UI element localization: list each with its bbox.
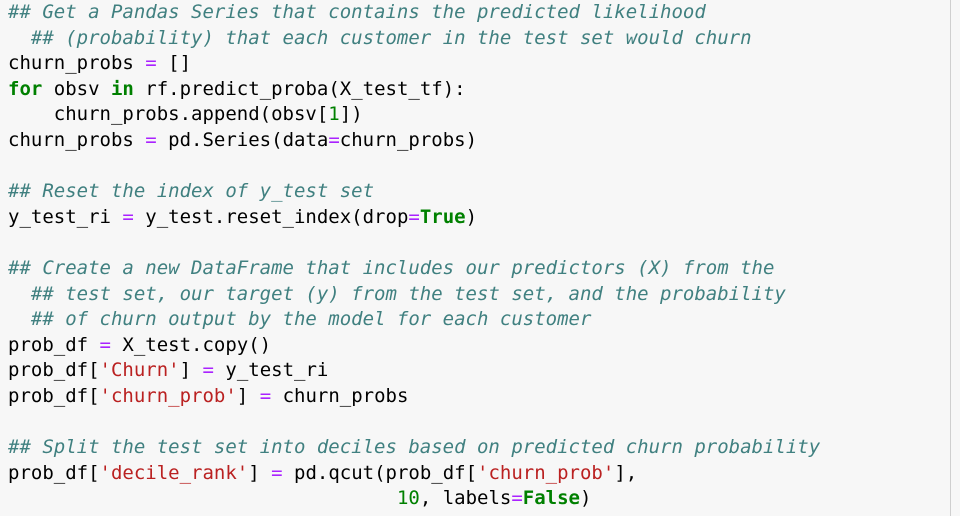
code-token: ]	[179, 359, 203, 382]
code-line: churn_probs = pd.Series(data=churn_probs…	[8, 128, 820, 154]
code-token: churn_probs.append(obsv[	[8, 103, 329, 126]
code-token: ## Split the test set into deciles based…	[8, 436, 821, 459]
code-token: =	[511, 487, 523, 510]
code-token: for	[8, 77, 43, 100]
code-token: ]	[248, 461, 272, 484]
code-token: obsv	[42, 77, 111, 100]
code-line: 10, labels=False)	[8, 486, 820, 512]
code-token: prob_df[	[8, 359, 100, 382]
code-line: ## Reset the index of y_test set	[8, 179, 820, 205]
code-line: ## Get a Pandas Series that contains the…	[8, 0, 820, 26]
code-token: churn_probs	[8, 128, 146, 151]
code-token: =	[145, 52, 157, 75]
code-token: 'decile_rank'	[99, 461, 249, 484]
code-line: prob_df['decile_rank'] = pd.qcut(prob_df…	[8, 461, 820, 487]
code-token: =	[408, 205, 420, 228]
code-line: prob_df['churn_prob'] = churn_probs	[8, 384, 820, 410]
code-token: =	[271, 461, 283, 484]
code-token: =	[328, 128, 340, 151]
code-token: ],	[614, 461, 638, 484]
code-token: 'churn_prob'	[99, 384, 237, 407]
code-token: ## Create a new DataFrame that includes …	[8, 256, 775, 279]
code-token: ## Reset the index of y_test set	[8, 180, 375, 203]
code-token: , labels	[419, 487, 512, 510]
code-token: y_test_ri	[213, 359, 329, 382]
code-line: prob_df['Churn'] = y_test_ri	[8, 358, 820, 384]
code-token: )	[580, 487, 592, 510]
code-token: =	[259, 384, 272, 407]
code-token: 1	[328, 103, 340, 126]
code-token: churn_probs)	[339, 128, 478, 151]
code-token: churn_probs	[8, 52, 146, 75]
code-token: 10	[396, 487, 420, 510]
code-token: ## (probability) that each customer in t…	[8, 26, 752, 49]
code-token: prob_df	[8, 333, 100, 356]
code-line: churn_probs.append(obsv[1])	[8, 102, 820, 128]
code-token: pd.qcut(prob_df[	[282, 461, 478, 484]
code-token: =	[202, 359, 214, 382]
code-line: y_test_ri = y_test.reset_index(drop=True…	[8, 205, 820, 231]
code-line: ## (probability) that each customer in t…	[8, 26, 820, 52]
code-line: ## Split the test set into deciles based…	[8, 435, 820, 461]
code-token: prob_df[	[8, 384, 100, 407]
code-line: ## test set, our target (y) from the tes…	[8, 282, 820, 308]
code-token: churn_probs	[271, 384, 409, 407]
code-token: y_test.reset_index(drop	[133, 205, 409, 228]
code-token: 'Churn'	[99, 359, 180, 382]
code-token: prob_df[	[8, 461, 100, 484]
code-token: rf.predict_proba(X_test_tf):	[133, 77, 466, 100]
code-token: y_test_ri	[8, 205, 123, 228]
code-token: ## test set, our target (y) from the tes…	[8, 282, 786, 305]
code-token: =	[145, 128, 157, 151]
code-token: in	[110, 77, 134, 100]
code-token: ## Get a Pandas Series that contains the…	[8, 1, 706, 23]
code-line: ## of churn output by the model for each…	[8, 307, 820, 333]
code-line: churn_probs = []	[8, 51, 820, 77]
code-line: prob_df = X_test.copy()	[8, 333, 820, 359]
code-token: )	[465, 205, 478, 228]
code-token: =	[99, 333, 111, 356]
code-token: []	[156, 52, 192, 75]
code-token: True	[419, 205, 466, 228]
code-token: pd.Series(data	[156, 128, 329, 151]
code-line: for obsv in rf.predict_proba(X_test_tf):	[8, 77, 820, 103]
code-cell-editor[interactable]: ## Get a Pandas Series that contains the…	[0, 0, 951, 516]
code-token: ## of churn output by the model for each…	[8, 308, 592, 331]
code-token: 'churn_prob'	[477, 461, 615, 484]
code-token: False	[522, 487, 580, 510]
code-token: =	[122, 205, 134, 228]
code-token: ])	[339, 103, 363, 126]
code-token: X_test.copy()	[110, 333, 272, 356]
code-block[interactable]: ## Get a Pandas Series that contains the…	[8, 0, 820, 512]
code-token: ]	[236, 384, 260, 407]
code-line: ## Create a new DataFrame that includes …	[8, 256, 820, 282]
